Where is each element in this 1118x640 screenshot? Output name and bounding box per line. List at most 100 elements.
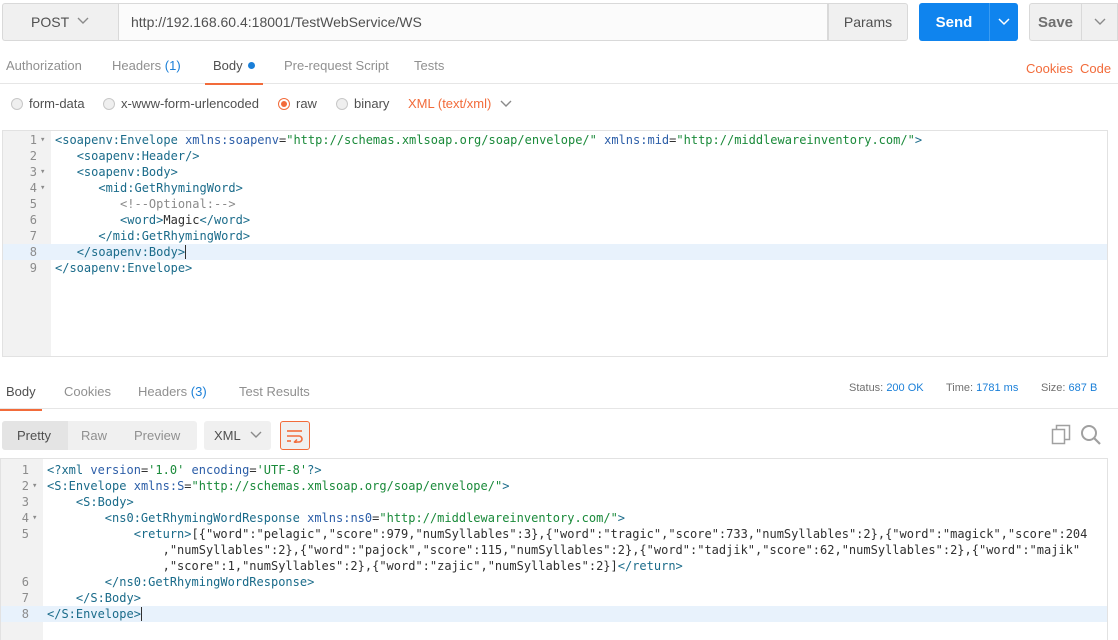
line-number: 4 <box>21 511 29 525</box>
view-mode-raw[interactable]: Raw <box>81 428 107 443</box>
send-button[interactable]: Send <box>919 3 989 41</box>
status-value: 200 OK <box>886 382 924 394</box>
tab-body[interactable]: Body <box>205 52 263 85</box>
headers-count: (1) <box>164 58 181 73</box>
code-text: ,"numSyllables":2},{"word":"pajock","sco… <box>47 543 1081 557</box>
code-text: </soapenv:Body> <box>76 245 187 259</box>
code-line: 5 <return>[{"word":"pelagic","score":979… <box>1 526 1107 542</box>
url-input[interactable]: http://192.168.60.4:18001/TestWebService… <box>118 3 828 41</box>
chevron-down-icon <box>998 18 1010 26</box>
cookies-link[interactable]: Cookies <box>1026 61 1073 76</box>
code-line: 3 ▾ <soapenv:Body> <box>3 164 1107 180</box>
tab-authorization[interactable]: Authorization <box>6 52 82 84</box>
tab-label: Body <box>6 384 36 399</box>
view-mode-preview[interactable]: Preview <box>134 428 180 443</box>
request-bar: POST http://192.168.60.4:18001/TestWebSe… <box>0 0 1118 44</box>
code-line: 7 </S:Body> <box>1 590 1107 606</box>
radio-circle-icon <box>11 97 23 110</box>
radio-label: x-www-form-urlencoded <box>121 96 259 111</box>
line-number: 2 <box>29 149 37 163</box>
code-line: ,"numSyllables":2},{"word":"pajock","sco… <box>1 542 1107 558</box>
code-text: <ns0:GetRhymingWordResponse xmlns:ns0="h… <box>104 511 626 525</box>
request-tabs: Authorization Headers (1) Body Pre-reque… <box>0 52 1118 85</box>
save-button[interactable]: Save <box>1029 3 1081 41</box>
wrap-lines-button[interactable] <box>280 421 310 450</box>
send-label: Send <box>935 13 973 31</box>
tab-pre-request-script[interactable]: Pre-request Script <box>284 52 389 84</box>
send-dropdown-button[interactable] <box>989 3 1018 41</box>
code-text: <soapenv:Envelope xmlns:soapenv="http://… <box>55 133 923 147</box>
tab-headers[interactable]: Headers (1) <box>112 52 181 84</box>
code-line: 3 <S:Body> <box>1 494 1107 510</box>
tab-test-results[interactable]: Test Results <box>239 378 310 410</box>
view-mode-pretty[interactable]: Pretty <box>17 428 51 443</box>
radio-label: binary <box>354 96 390 111</box>
code-line: 1 <?xml version='1.0' encoding='UTF-8'?> <box>1 462 1107 478</box>
radio-binary[interactable]: binary <box>336 96 389 111</box>
line-number: 8 <box>21 607 29 621</box>
tab-response-body[interactable]: Body <box>0 378 42 411</box>
line-number: 1 <box>21 463 29 477</box>
chevron-down-icon <box>1094 18 1105 25</box>
code-link[interactable]: Code <box>1080 61 1111 76</box>
code-text: </S:Body> <box>75 591 141 605</box>
tab-label: Pre-request Script <box>284 58 389 73</box>
fold-arrow-icon[interactable]: ▾ <box>32 510 37 526</box>
content-type-select[interactable]: XML (text/xml) <box>408 96 512 111</box>
search-icon[interactable] <box>1080 424 1102 446</box>
content-type-label: XML (text/xml) <box>408 96 492 111</box>
fold-arrow-icon[interactable]: ▾ <box>40 132 45 148</box>
code-text: <S:Envelope xmlns:S="http://schemas.xmls… <box>47 479 510 493</box>
tab-response-headers[interactable]: Headers (3) <box>138 378 207 410</box>
fold-arrow-icon[interactable]: ▾ <box>40 180 45 196</box>
code-line: ,"score":1,"numSyllables":2},{"word":"za… <box>1 558 1107 574</box>
text-cursor <box>185 245 187 259</box>
code-text: </soapenv:Envelope> <box>55 261 193 275</box>
response-time: Time: 1781 ms <box>946 382 1018 394</box>
wrap-lines-icon <box>287 429 303 443</box>
line-number: 3 <box>21 495 29 509</box>
code-line: 4 ▾ <mid:GetRhymingWord> <box>3 180 1107 196</box>
modified-dot-icon <box>247 62 255 69</box>
code-text: <mid:GetRhymingWord> <box>98 181 243 195</box>
method-select[interactable]: POST <box>2 3 118 41</box>
size-label: Size: <box>1041 382 1066 394</box>
radio-label: form-data <box>29 96 85 111</box>
code-text: </ns0:GetRhymingWordResponse> <box>104 575 315 589</box>
line-number: 1 <box>29 133 37 147</box>
radio-form-data[interactable]: form-data <box>11 96 85 111</box>
radio-selected-icon <box>278 97 290 110</box>
size-value: 687 B <box>1068 382 1098 394</box>
line-number: 7 <box>21 591 29 605</box>
request-body-editor[interactable]: 1 ▾ <soapenv:Envelope xmlns:soapenv="http:… <box>2 130 1108 357</box>
code-line: 7 </mid:GetRhymingWord> <box>3 228 1107 244</box>
response-size: Size: 687 B <box>1041 382 1097 394</box>
code-line: 1 ▾ <soapenv:Envelope xmlns:soapenv="http:… <box>3 132 1107 148</box>
tab-response-cookies[interactable]: Cookies <box>64 378 111 410</box>
tab-label: Tests <box>414 58 445 73</box>
radio-circle-icon <box>103 97 115 110</box>
response-format-select[interactable]: XML <box>204 421 271 450</box>
radio-raw[interactable]: raw <box>278 96 317 111</box>
code-text: <return>[{"word":"pelagic","score":979,"… <box>133 527 1088 541</box>
body-type-options: form-data x-www-form-urlencoded raw bina… <box>0 92 1118 116</box>
radio-x-www-form-urlencoded[interactable]: x-www-form-urlencoded <box>103 96 259 111</box>
code-text: <word>Magic</word> <box>120 213 251 227</box>
code-text: ,"score":1,"numSyllables":2},{"word":"za… <box>47 559 683 573</box>
line-number: 6 <box>29 213 37 227</box>
tab-tests[interactable]: Tests <box>414 52 444 84</box>
tab-label: Cookies <box>64 384 111 399</box>
line-number: 5 <box>29 197 37 211</box>
copy-icon[interactable] <box>1051 424 1071 446</box>
code-text: <?xml version='1.0' encoding='UTF-8'?> <box>47 463 322 477</box>
fold-arrow-icon[interactable]: ▾ <box>32 478 37 494</box>
code-text: </mid:GetRhymingWord> <box>98 229 251 243</box>
fold-arrow-icon[interactable]: ▾ <box>40 164 45 180</box>
save-dropdown-button[interactable] <box>1081 3 1118 41</box>
params-button[interactable]: Params <box>828 3 908 41</box>
radio-circle-icon <box>336 97 348 110</box>
line-number: 8 <box>29 245 37 259</box>
code-line: 2 <soapenv:Header/> <box>3 148 1107 164</box>
code-text: </S:Envelope> <box>47 607 142 621</box>
response-body-viewer[interactable]: 1 <?xml version='1.0' encoding='UTF-8'?> 2… <box>0 458 1108 640</box>
